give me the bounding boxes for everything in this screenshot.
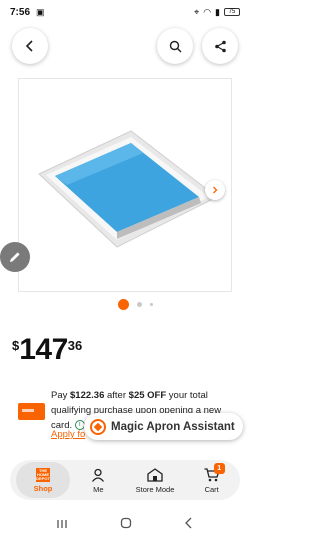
status-time: 7:56 (10, 6, 31, 18)
next-image-button[interactable] (205, 180, 225, 200)
battery-icon: 75 (224, 8, 240, 16)
status-bar: 7:56 ▣ ⌖ ◠ ▮ 75 (0, 0, 250, 24)
promo-text-after: after (104, 390, 129, 401)
pencil-icon (10, 252, 20, 262)
home-icon[interactable] (120, 516, 132, 534)
promo-discount: $25 OFF (128, 390, 167, 401)
location-icon: ⌖ (194, 6, 200, 17)
magic-apron-assistant-button[interactable]: Magic Apron Assistant (84, 413, 243, 440)
signal-icon: ▮ (215, 6, 220, 17)
image-carousel-dots (118, 299, 153, 310)
price-dollars: 147 (19, 333, 68, 366)
promo-discounted-price: $122.36 (70, 390, 105, 401)
chevron-left-icon (25, 40, 33, 52)
nav-item-shop[interactable]: THE HOME DEPOT Shop (16, 462, 70, 498)
nav-label-cart: Cart (204, 484, 219, 494)
share-button[interactable] (202, 28, 238, 64)
price-currency: $ (12, 338, 20, 353)
cart-count-badge: 1 (213, 463, 225, 474)
bottom-nav: THE HOME DEPOT Shop Me Store Mode 1 Cart (10, 460, 240, 500)
price-cents: 36 (67, 338, 83, 353)
nav-item-store-mode[interactable]: Store Mode (127, 462, 184, 498)
edit-button[interactable] (0, 242, 30, 272)
magic-apron-icon (90, 418, 106, 435)
search-icon (169, 40, 181, 52)
flat-led-panel-light-image (38, 130, 218, 248)
product-price: $ 147 36 (12, 335, 82, 365)
system-nav-bar (0, 508, 250, 541)
carousel-dot[interactable] (137, 302, 142, 307)
nav-label-shop: Shop (33, 483, 53, 493)
carousel-dot[interactable] (150, 303, 153, 306)
magic-apron-label: Magic Apron Assistant (111, 420, 235, 433)
credit-card-icon (18, 403, 45, 420)
promo-text-pay: Pay (51, 390, 71, 401)
screenshot-icon: ▣ (36, 6, 45, 17)
recent-apps-icon[interactable] (56, 516, 68, 534)
carousel-dot-active[interactable] (118, 299, 129, 310)
product-image[interactable] (18, 78, 232, 292)
nav-label-me: Me (93, 484, 104, 494)
person-icon (91, 467, 105, 483)
nav-label-store-mode: Store Mode (135, 484, 175, 494)
chevron-right-icon (213, 186, 218, 194)
home-depot-logo-icon: THE HOME DEPOT (36, 467, 50, 482)
store-icon (147, 467, 163, 483)
search-button[interactable] (157, 28, 193, 64)
wifi-icon: ◠ (203, 6, 212, 17)
back-button[interactable] (12, 28, 48, 64)
share-icon (214, 40, 226, 52)
apply-for-card-link[interactable]: Apply fo (51, 429, 85, 440)
nav-item-cart[interactable]: 1 Cart (183, 462, 240, 498)
back-system-icon[interactable] (184, 516, 194, 534)
status-icons: ⌖ ◠ ▮ 75 (194, 7, 240, 18)
nav-item-me[interactable]: Me (70, 462, 127, 498)
